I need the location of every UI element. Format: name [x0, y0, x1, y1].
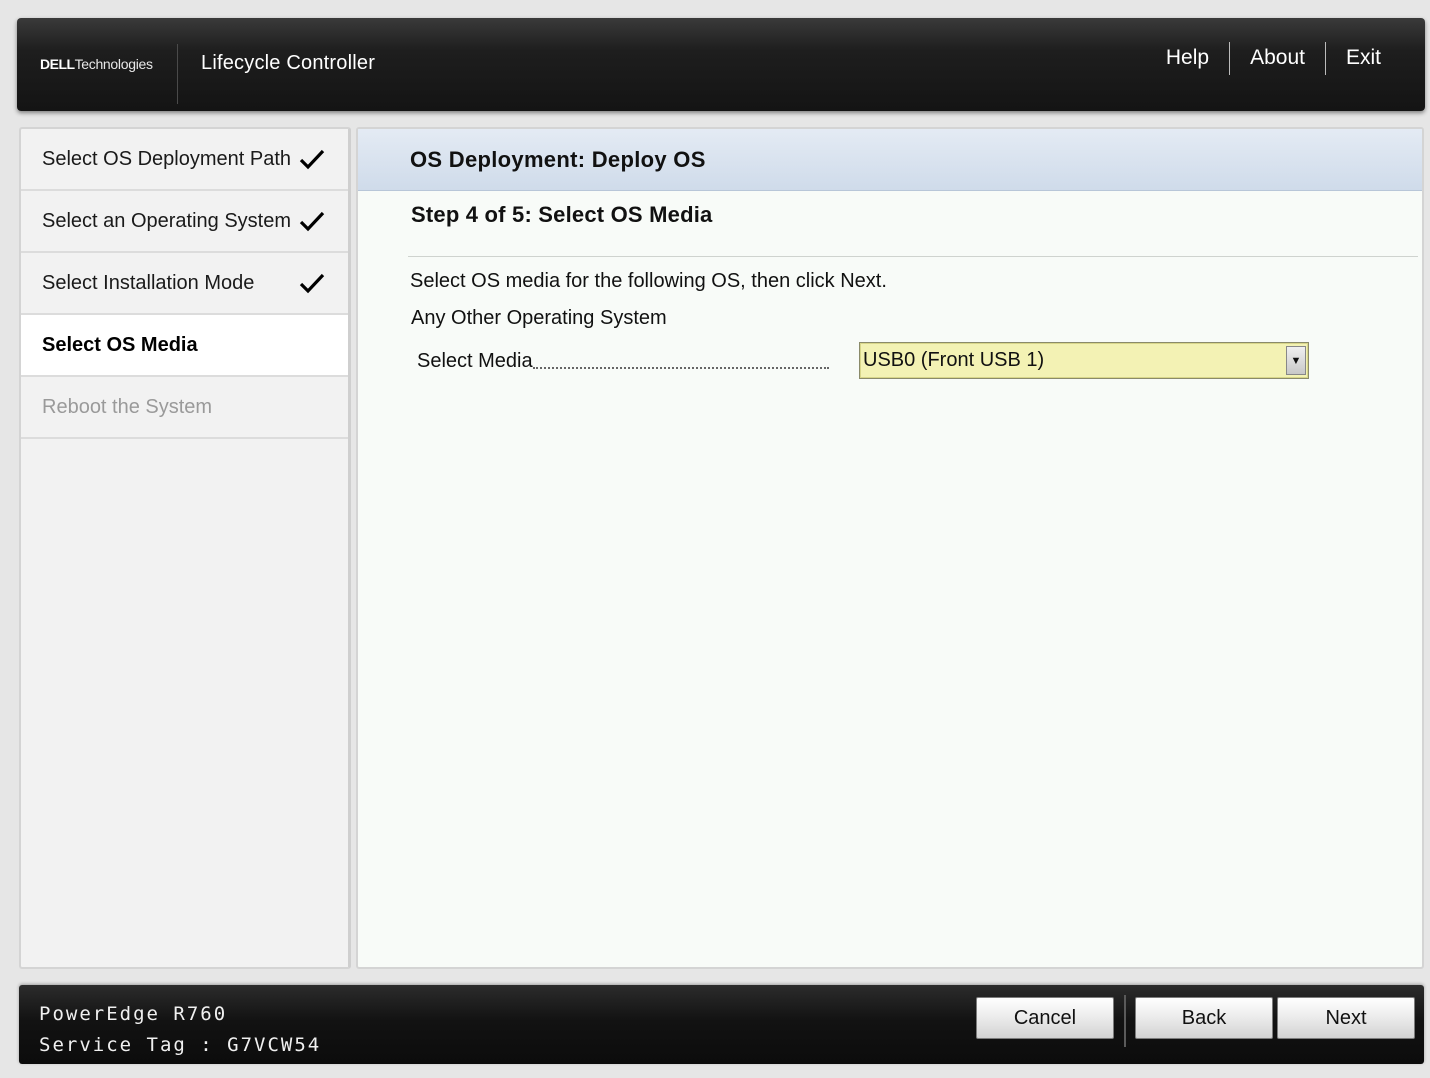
select-media-value: USB0 (Front USB 1): [863, 349, 1045, 371]
checkmark-icon: [299, 273, 325, 294]
triangle-down-icon[interactable]: ▼: [1286, 346, 1306, 375]
bottom-footer-bar: PowerEdge R760 Service Tag : G7VCW54 Can…: [19, 985, 1424, 1064]
about-link[interactable]: About: [1230, 40, 1325, 76]
panel-header: OS Deployment: Deploy OS: [358, 129, 1422, 191]
section-divider: [408, 256, 1418, 257]
button-divider: [1124, 995, 1126, 1047]
header-divider: [177, 44, 178, 104]
selected-os-name: Any Other Operating System: [411, 307, 667, 329]
server-model: PowerEdge R760: [39, 1003, 228, 1025]
instruction-text: Select OS media for the following OS, th…: [410, 270, 887, 292]
label-dot-leader: [533, 367, 829, 369]
step-label: Select OS Deployment Path: [42, 147, 292, 170]
app-title: Lifecycle Controller: [201, 52, 376, 74]
exit-link[interactable]: Exit: [1326, 40, 1401, 76]
step-label: Select OS Media: [42, 333, 198, 356]
step-select-os-media[interactable]: Select OS Media: [21, 315, 348, 377]
logo-dell: DELL: [40, 56, 75, 72]
system-info: PowerEdge R760 Service Tag : G7VCW54: [39, 999, 321, 1061]
step-select-operating-system[interactable]: Select an Operating System: [21, 191, 348, 253]
step-select-installation-mode[interactable]: Select Installation Mode: [21, 253, 348, 315]
service-tag: Service Tag : G7VCW54: [39, 1034, 322, 1056]
select-media-dropdown[interactable]: USB0 (Front USB 1) ▼: [859, 342, 1309, 379]
help-link[interactable]: Help: [1146, 40, 1229, 76]
checkmark-icon: [299, 149, 325, 170]
cancel-button[interactable]: Cancel: [976, 997, 1114, 1039]
back-button[interactable]: Back: [1135, 997, 1273, 1039]
page-title: OS Deployment: Deploy OS: [410, 146, 706, 172]
logo-technologies: Technologies: [74, 56, 153, 72]
wizard-steps-sidebar: Select OS Deployment Path Select an Oper…: [19, 127, 351, 969]
checkmark-icon: [299, 211, 325, 232]
top-header-bar: DELLTechnologies Lifecycle Controller He…: [17, 18, 1425, 111]
next-button[interactable]: Next: [1277, 997, 1415, 1039]
step-label: Reboot the System: [42, 395, 213, 418]
top-nav-links: Help About Exit: [1146, 40, 1401, 76]
step-label: Select Installation Mode: [42, 271, 255, 294]
step-label: Select an Operating System: [42, 209, 292, 232]
select-media-label: Select Media: [417, 350, 533, 372]
step-select-os-deployment-path[interactable]: Select OS Deployment Path: [21, 129, 348, 191]
step-title: Step 4 of 5: Select OS Media: [411, 202, 713, 227]
dell-technologies-logo: DELLTechnologies: [40, 56, 153, 73]
step-reboot-the-system: Reboot the System: [21, 377, 348, 439]
main-content-panel: OS Deployment: Deploy OS Step 4 of 5: Se…: [356, 127, 1424, 969]
